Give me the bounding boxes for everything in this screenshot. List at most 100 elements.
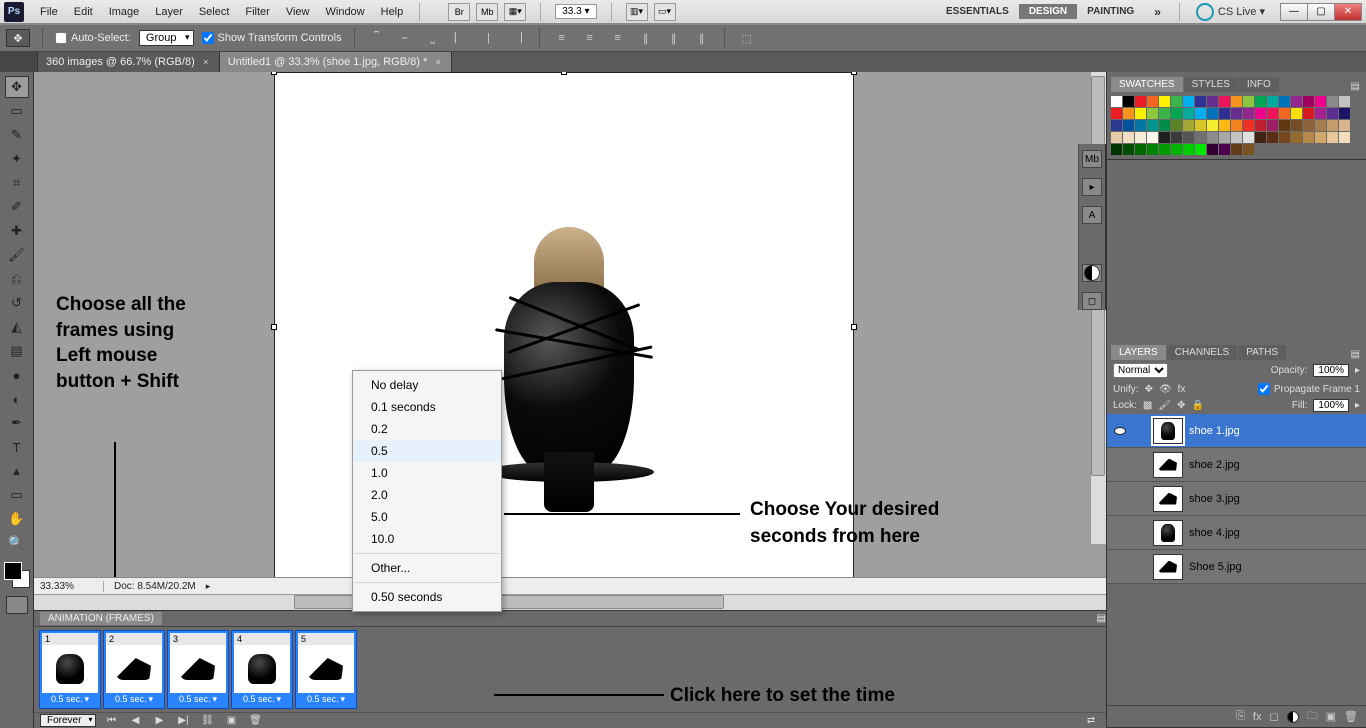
doctab-grip[interactable] bbox=[0, 52, 38, 72]
swatch[interactable] bbox=[1279, 108, 1290, 119]
swatch[interactable] bbox=[1159, 132, 1170, 143]
swatch[interactable] bbox=[1243, 96, 1254, 107]
swatch[interactable] bbox=[1147, 108, 1158, 119]
blend-mode-dropdown[interactable]: Normal bbox=[1113, 363, 1168, 378]
swatch[interactable] bbox=[1111, 108, 1122, 119]
minimize-button[interactable]: — bbox=[1280, 3, 1308, 21]
swatch[interactable] bbox=[1195, 120, 1206, 131]
swatch[interactable] bbox=[1135, 96, 1146, 107]
eraser-tool[interactable]: ◭ bbox=[5, 316, 29, 338]
fill-flyout-icon[interactable]: ▸ bbox=[1355, 400, 1360, 411]
swatch[interactable] bbox=[1183, 132, 1194, 143]
swatch[interactable] bbox=[1195, 144, 1206, 155]
delay-option-other[interactable]: Other... bbox=[353, 557, 501, 579]
delay-option[interactable]: 0.5 bbox=[353, 440, 501, 462]
swatch[interactable] bbox=[1267, 132, 1278, 143]
menu-image[interactable]: Image bbox=[101, 0, 148, 24]
swatch[interactable] bbox=[1219, 108, 1230, 119]
delay-option[interactable]: 5.0 bbox=[353, 506, 501, 528]
dist-bottom-icon[interactable]: ≡ bbox=[608, 29, 628, 47]
pathselect-tool[interactable]: ▴ bbox=[5, 460, 29, 482]
layer-thumbnail[interactable] bbox=[1153, 554, 1183, 580]
new-layer-icon[interactable]: ▣ bbox=[1326, 710, 1336, 723]
swatch[interactable] bbox=[1231, 120, 1242, 131]
swatch[interactable] bbox=[1267, 120, 1278, 131]
swatch[interactable] bbox=[1111, 132, 1122, 143]
close-button[interactable]: ✕ bbox=[1334, 3, 1362, 21]
dist-left-icon[interactable]: ∥ bbox=[636, 29, 656, 47]
swatch[interactable] bbox=[1159, 96, 1170, 107]
swatch[interactable] bbox=[1231, 144, 1242, 155]
layer-row[interactable]: shoe 4.jpg bbox=[1107, 516, 1366, 550]
workspace-painting[interactable]: PAINTING bbox=[1077, 4, 1144, 19]
swatch[interactable] bbox=[1339, 120, 1350, 131]
unify-style-icon[interactable]: fx bbox=[1178, 384, 1186, 395]
swatch[interactable] bbox=[1207, 96, 1218, 107]
dist-top-icon[interactable]: ≡ bbox=[552, 29, 572, 47]
pen-tool[interactable]: ✒ bbox=[5, 412, 29, 434]
healingbrush-tool[interactable]: ✚ bbox=[5, 220, 29, 242]
document-tab-2[interactable]: Untitled1 @ 33.3% (shoe 1.jpg, RGB/8) * … bbox=[220, 52, 453, 72]
close-tab-icon[interactable]: × bbox=[201, 57, 211, 67]
swatch[interactable] bbox=[1207, 144, 1218, 155]
screenmode-icon[interactable]: ▭▾ bbox=[654, 3, 676, 21]
menu-select[interactable]: Select bbox=[191, 0, 238, 24]
auto-align-icon[interactable]: ⬚ bbox=[737, 29, 757, 47]
status-zoom[interactable]: 33.33% bbox=[34, 581, 104, 592]
clonestamp-tool[interactable]: ⎌ bbox=[5, 268, 29, 290]
swatch[interactable] bbox=[1315, 120, 1326, 131]
swatch[interactable] bbox=[1303, 96, 1314, 107]
historybrush-tool[interactable]: ↺ bbox=[5, 292, 29, 314]
swatch[interactable] bbox=[1195, 96, 1206, 107]
swatch[interactable] bbox=[1219, 96, 1230, 107]
layer-row[interactable]: shoe 2.jpg bbox=[1107, 448, 1366, 482]
delay-option-current[interactable]: 0.50 seconds bbox=[353, 586, 501, 608]
status-docsize[interactable]: Doc: 8.54M/20.2M bbox=[104, 581, 206, 592]
swatch[interactable] bbox=[1291, 132, 1302, 143]
align-left-icon[interactable]: ⎸ bbox=[451, 29, 471, 47]
swatch[interactable] bbox=[1111, 96, 1122, 107]
layer-style-icon[interactable]: fx bbox=[1253, 711, 1262, 723]
menu-help[interactable]: Help bbox=[373, 0, 412, 24]
swatch[interactable] bbox=[1339, 108, 1350, 119]
swatch[interactable] bbox=[1195, 108, 1206, 119]
duplicate-frame-button[interactable]: ▣ bbox=[222, 714, 240, 728]
swatch[interactable] bbox=[1291, 108, 1302, 119]
swatch[interactable] bbox=[1171, 120, 1182, 131]
unify-visibility-icon[interactable]: 👁 bbox=[1159, 384, 1172, 395]
channels-tab[interactable]: CHANNELS bbox=[1167, 345, 1237, 360]
adjustments-panel-icon[interactable] bbox=[1082, 264, 1102, 282]
eyedropper-tool[interactable]: ✐ bbox=[5, 196, 29, 218]
visibility-toggle[interactable] bbox=[1111, 456, 1129, 474]
layer-row[interactable]: shoe 1.jpg bbox=[1107, 414, 1366, 448]
align-bottom-icon[interactable]: ⎵ bbox=[423, 29, 443, 47]
minibridge-panel-icon[interactable]: Mb bbox=[1082, 150, 1102, 168]
panel-menu-icon[interactable]: ▤ bbox=[1345, 81, 1366, 92]
layers-tab[interactable]: LAYERS bbox=[1111, 345, 1166, 360]
zoom-tool[interactable]: 🔍 bbox=[5, 532, 29, 554]
fill-field[interactable]: 100% bbox=[1313, 399, 1349, 412]
swatch[interactable] bbox=[1339, 96, 1350, 107]
layer-name[interactable]: shoe 3.jpg bbox=[1189, 493, 1240, 505]
layer-group-icon[interactable]: 🗀 bbox=[1307, 707, 1318, 726]
play-button[interactable]: ▶ bbox=[150, 714, 168, 728]
quickselect-tool[interactable]: ✦ bbox=[5, 148, 29, 170]
panel-menu-icon[interactable]: ▤ bbox=[1345, 349, 1366, 360]
swatch[interactable] bbox=[1171, 96, 1182, 107]
swatch[interactable] bbox=[1159, 120, 1170, 131]
swatch[interactable] bbox=[1327, 96, 1338, 107]
workspace-essentials[interactable]: ESSENTIALS bbox=[936, 4, 1019, 19]
swatch[interactable] bbox=[1255, 108, 1266, 119]
swatch[interactable] bbox=[1279, 96, 1290, 107]
swatches-grid[interactable] bbox=[1107, 92, 1359, 159]
opacity-flyout-icon[interactable]: ▸ bbox=[1355, 365, 1360, 376]
tween-button[interactable]: ⛓ bbox=[198, 714, 216, 728]
swatch[interactable] bbox=[1255, 132, 1266, 143]
character-panel-icon[interactable]: A bbox=[1082, 206, 1102, 224]
animation-frame[interactable]: 3 0.5 sec.▾ bbox=[168, 631, 228, 708]
horizontal-scrollbar[interactable] bbox=[34, 594, 1106, 610]
masks-panel-icon[interactable]: ◻ bbox=[1082, 292, 1102, 310]
swatch[interactable] bbox=[1123, 144, 1134, 155]
visibility-toggle[interactable] bbox=[1111, 558, 1129, 576]
swatch[interactable] bbox=[1183, 108, 1194, 119]
